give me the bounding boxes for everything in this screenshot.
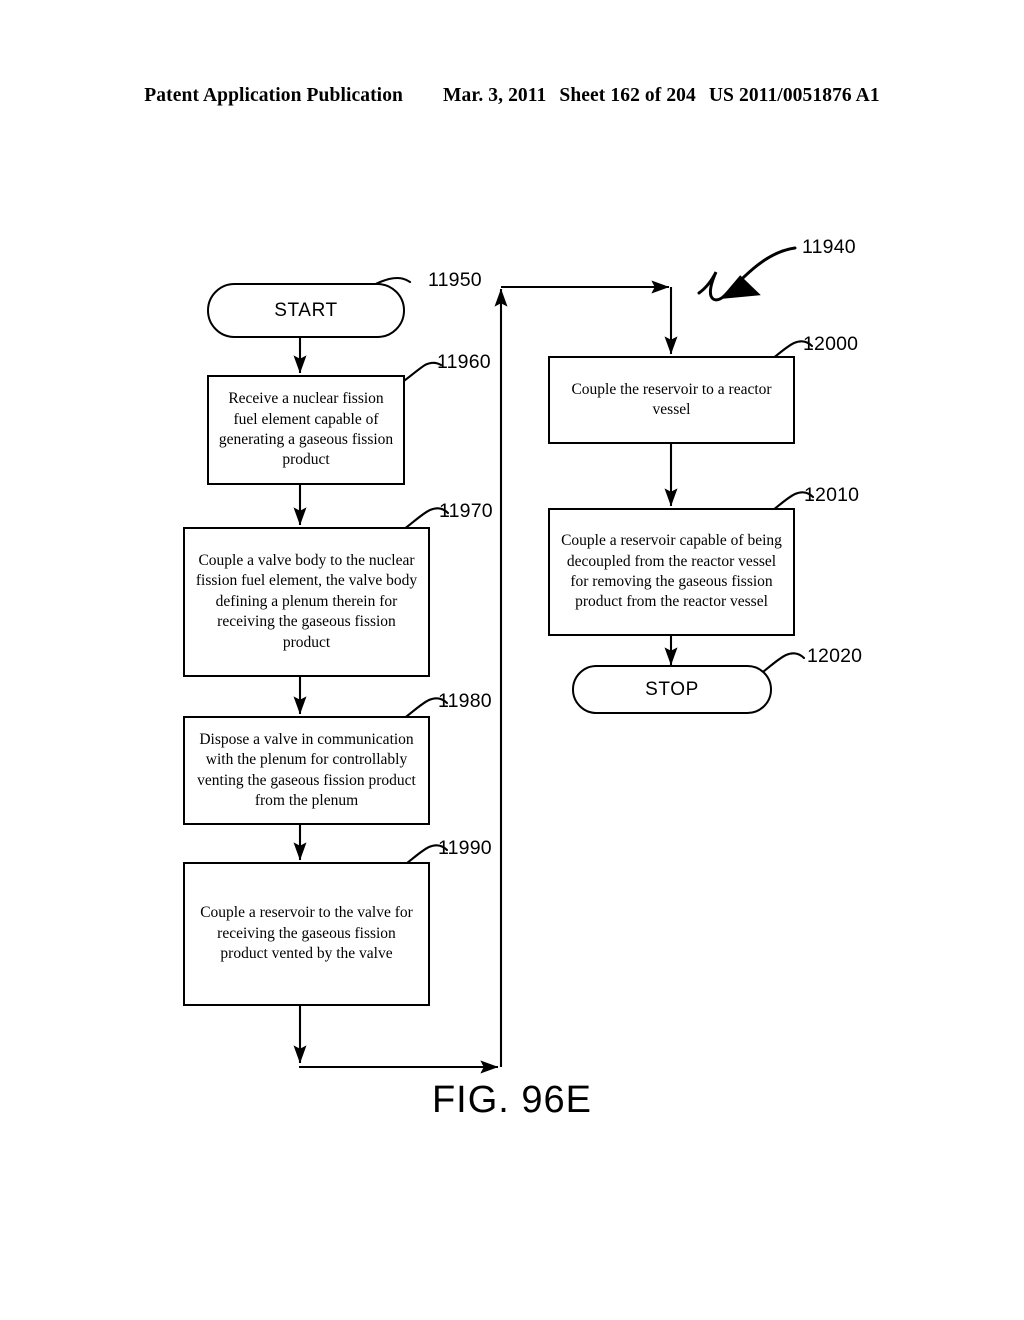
ref-numeral-11990: 11990 bbox=[438, 837, 492, 859]
ref-numeral-11950: 11950 bbox=[428, 269, 482, 291]
node-dispose-valve-label: Dispose a valve in communication with th… bbox=[197, 730, 416, 809]
node-couple-valve-body-label: Couple a valve body to the nuclear fissi… bbox=[195, 551, 418, 651]
ref-numeral-11980: 11980 bbox=[438, 690, 492, 712]
node-start-label: START bbox=[274, 299, 338, 321]
node-couple-reservoir-to-vessel[interactable]: Couple the reservoir to a reactor vessel bbox=[548, 356, 795, 444]
ref-numeral-12010: 12010 bbox=[804, 484, 860, 506]
ref-numeral-11940: 11940 bbox=[802, 236, 856, 258]
node-start[interactable]: START bbox=[207, 283, 405, 338]
node-couple-reservoir-to-vessel-label: Couple the reservoir to a reactor vessel bbox=[571, 380, 772, 418]
node-receive-fuel-element[interactable]: Receive a nuclear fission fuel element c… bbox=[207, 375, 405, 485]
flowchart-connector-layer bbox=[293, 246, 815, 1074]
ref-numeral-12000: 12000 bbox=[803, 333, 859, 355]
node-couple-reservoir-to-valve-label: Couple a reservoir to the valve for rece… bbox=[200, 904, 413, 963]
node-couple-decoupleable-reservoir-label: Couple a reservoir capable of being deco… bbox=[561, 532, 782, 611]
node-couple-valve-body[interactable]: Couple a valve body to the nuclear fissi… bbox=[183, 527, 430, 677]
leader-11940-squiggle bbox=[697, 246, 797, 302]
ref-numeral-11970: 11970 bbox=[439, 500, 493, 522]
node-receive-fuel-element-label: Receive a nuclear fission fuel element c… bbox=[218, 390, 394, 469]
node-couple-decoupleable-reservoir[interactable]: Couple a reservoir capable of being deco… bbox=[548, 508, 795, 636]
node-couple-reservoir-to-valve[interactable]: Couple a reservoir to the valve for rece… bbox=[183, 862, 430, 1006]
node-stop[interactable]: STOP bbox=[572, 665, 772, 714]
figure-caption: FIG. 96E bbox=[431, 1079, 593, 1121]
figure-96e-diagram bbox=[0, 0, 1024, 1320]
node-dispose-valve[interactable]: Dispose a valve in communication with th… bbox=[183, 716, 430, 825]
ref-numeral-11960: 11960 bbox=[437, 351, 491, 373]
node-stop-label: STOP bbox=[645, 678, 699, 700]
ref-numeral-12020: 12020 bbox=[807, 645, 863, 667]
